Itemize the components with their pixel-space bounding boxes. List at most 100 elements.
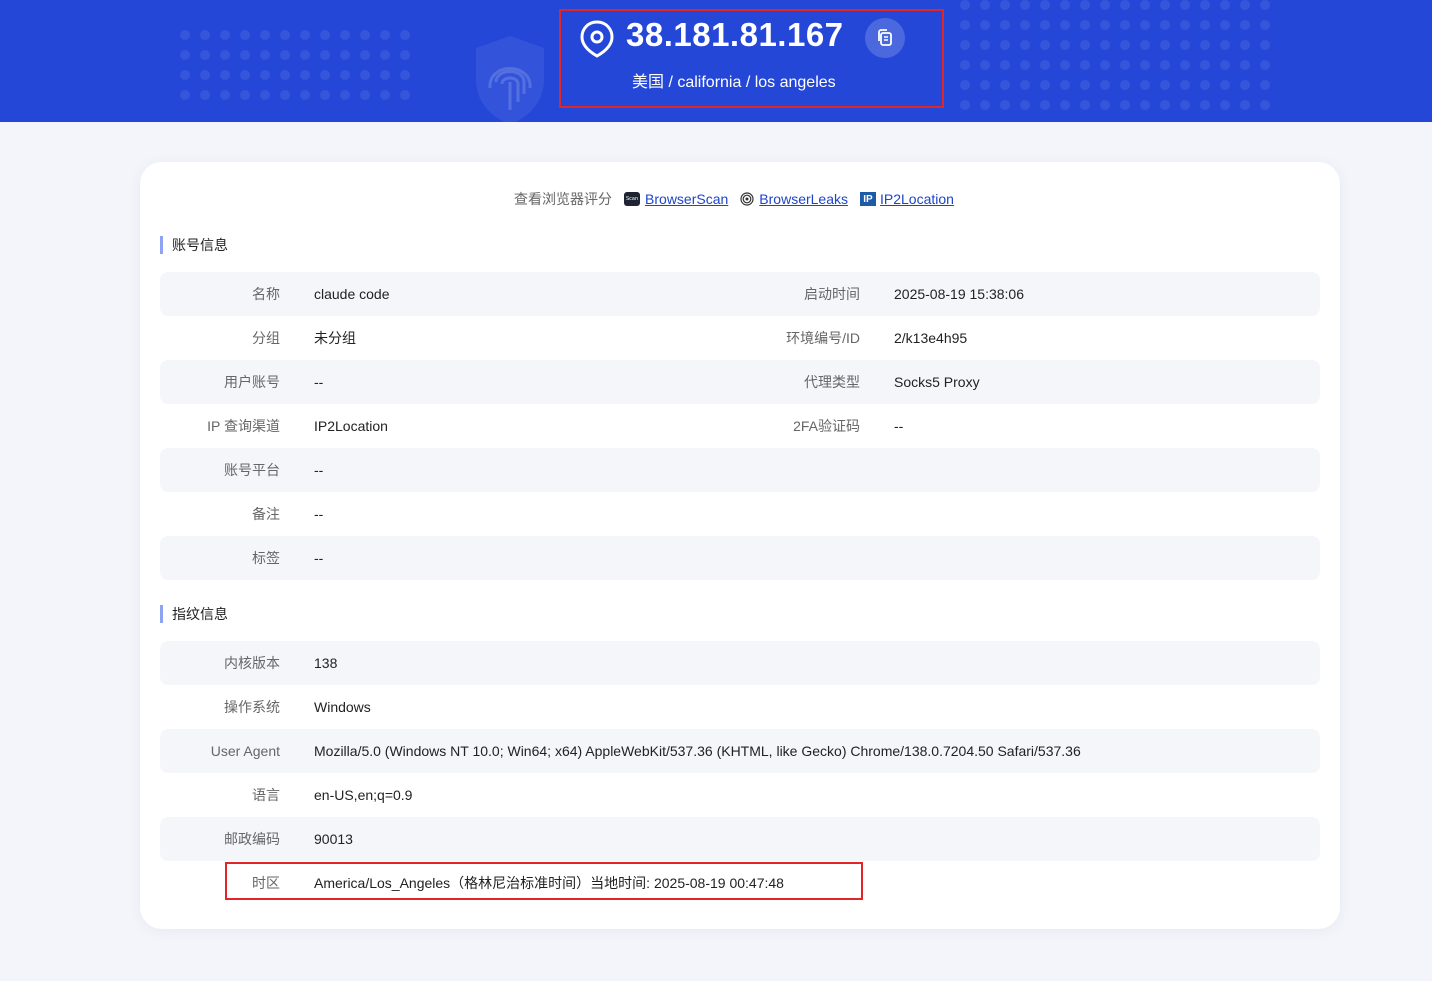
field-value: --	[314, 506, 324, 522]
ip-header-banner: 38.181.81.167 美国 / california / los ange…	[0, 0, 1432, 122]
field-label: 分组	[252, 330, 280, 346]
decorative-dot	[240, 30, 250, 40]
browser-score-links: 查看浏览器评分 Scan BrowserScan BrowserLeaks IP…	[140, 189, 1340, 209]
timezone-highlight-box	[225, 862, 863, 900]
decorative-dot	[280, 30, 290, 40]
browserleaks-link[interactable]: BrowserLeaks	[759, 191, 848, 207]
decorative-dot	[1180, 60, 1190, 70]
score-label: 查看浏览器评分	[514, 191, 613, 207]
decorative-dot	[1220, 60, 1230, 70]
decorative-dot	[360, 70, 370, 80]
decorative-dot	[300, 70, 310, 80]
decorative-dot	[980, 100, 990, 110]
info-row: User Agent Mozilla/5.0 (Windows NT 10.0;…	[160, 729, 1320, 773]
ip2location-link-group: IP IP2Location	[860, 191, 954, 207]
info-row: 标签 --	[160, 536, 1320, 580]
decorative-dot	[1220, 0, 1230, 10]
decorative-dot	[400, 30, 410, 40]
decorative-dot	[400, 90, 410, 100]
decorative-dot	[1140, 80, 1150, 90]
decorative-dot	[1040, 60, 1050, 70]
decorative-dot	[980, 60, 990, 70]
field-label: 2FA验证码	[793, 418, 860, 434]
map-pin-icon	[580, 20, 614, 58]
decorative-dot	[1000, 0, 1010, 10]
decorative-dot	[980, 0, 990, 10]
decorative-dot	[280, 70, 290, 80]
decorative-dot	[1220, 80, 1230, 90]
decorative-dot	[1240, 60, 1250, 70]
info-row: 分组 未分组 环境编号/ID 2/k13e4h95	[160, 316, 1320, 360]
environment-detail-card: 查看浏览器评分 Scan BrowserScan BrowserLeaks IP…	[140, 162, 1340, 929]
decorative-dot	[1080, 40, 1090, 50]
field-label: 代理类型	[804, 374, 860, 390]
field-value: Mozilla/5.0 (Windows NT 10.0; Win64; x64…	[314, 743, 1081, 759]
browserscan-icon: Scan	[624, 192, 641, 206]
decorative-dot	[1180, 80, 1190, 90]
decorative-dot	[1040, 80, 1050, 90]
decorative-dot	[1080, 100, 1090, 110]
decorative-dot	[1100, 80, 1110, 90]
field-value: 未分组	[314, 330, 356, 346]
decorative-dot	[1160, 20, 1170, 30]
ip2location-link[interactable]: IP2Location	[880, 191, 954, 207]
decorative-dot	[1180, 40, 1190, 50]
decorative-dot	[280, 50, 290, 60]
decorative-dot	[200, 90, 210, 100]
decorative-dot	[960, 20, 970, 30]
decorative-dot	[1080, 60, 1090, 70]
decorative-dot	[1020, 80, 1030, 90]
decorative-dot	[1160, 0, 1170, 10]
decorative-dot	[1120, 60, 1130, 70]
decorative-dot	[960, 100, 970, 110]
info-row: 名称 claude code 启动时间 2025-08-19 15:38:06	[160, 272, 1320, 316]
copy-ip-button[interactable]	[865, 18, 905, 58]
decorative-dot	[1060, 40, 1070, 50]
decorative-dot	[240, 50, 250, 60]
decorative-dot	[1020, 60, 1030, 70]
browserscan-link[interactable]: BrowserScan	[645, 191, 728, 207]
fingerprint-icon	[740, 192, 754, 206]
field-label: 操作系统	[224, 699, 280, 715]
decorative-dot	[1040, 20, 1050, 30]
decorative-dot	[300, 30, 310, 40]
decorative-dot	[220, 70, 230, 80]
decorative-dot	[340, 70, 350, 80]
decorative-dot	[1060, 0, 1070, 10]
decorative-dot	[1120, 20, 1130, 30]
field-value: 138	[314, 655, 338, 671]
decorative-dot	[300, 50, 310, 60]
decorative-dot	[1000, 40, 1010, 50]
decorative-dot	[1100, 20, 1110, 30]
decorative-dot	[1200, 100, 1210, 110]
field-label: 内核版本	[224, 655, 280, 671]
info-row: 邮政编码 90013	[160, 817, 1320, 861]
decorative-dot	[1200, 60, 1210, 70]
decorative-dot	[1260, 0, 1270, 10]
decorative-dot	[1120, 40, 1130, 50]
fingerprint-shield-icon	[476, 36, 544, 122]
decorative-dot	[400, 70, 410, 80]
decorative-dot	[200, 50, 210, 60]
decorative-dot	[1200, 40, 1210, 50]
info-row: 操作系统 Windows	[160, 685, 1320, 729]
decorative-dot	[960, 40, 970, 50]
decorative-dot	[340, 50, 350, 60]
decorative-dot	[260, 50, 270, 60]
decorative-dot	[1000, 80, 1010, 90]
decorative-dot	[360, 30, 370, 40]
info-row: 内核版本 138	[160, 641, 1320, 685]
decorative-dot	[240, 70, 250, 80]
decorative-dot	[1000, 60, 1010, 70]
decorative-dot	[380, 50, 390, 60]
decorative-dot	[300, 90, 310, 100]
field-value: Socks5 Proxy	[894, 374, 980, 390]
field-value: --	[314, 374, 324, 390]
decorative-dot	[180, 30, 190, 40]
decorative-dot	[240, 90, 250, 100]
decorative-dot	[1260, 40, 1270, 50]
decorative-dot	[1160, 60, 1170, 70]
decorative-dot	[1000, 100, 1010, 110]
field-label: 语言	[252, 787, 280, 803]
decorative-dot	[1140, 20, 1150, 30]
